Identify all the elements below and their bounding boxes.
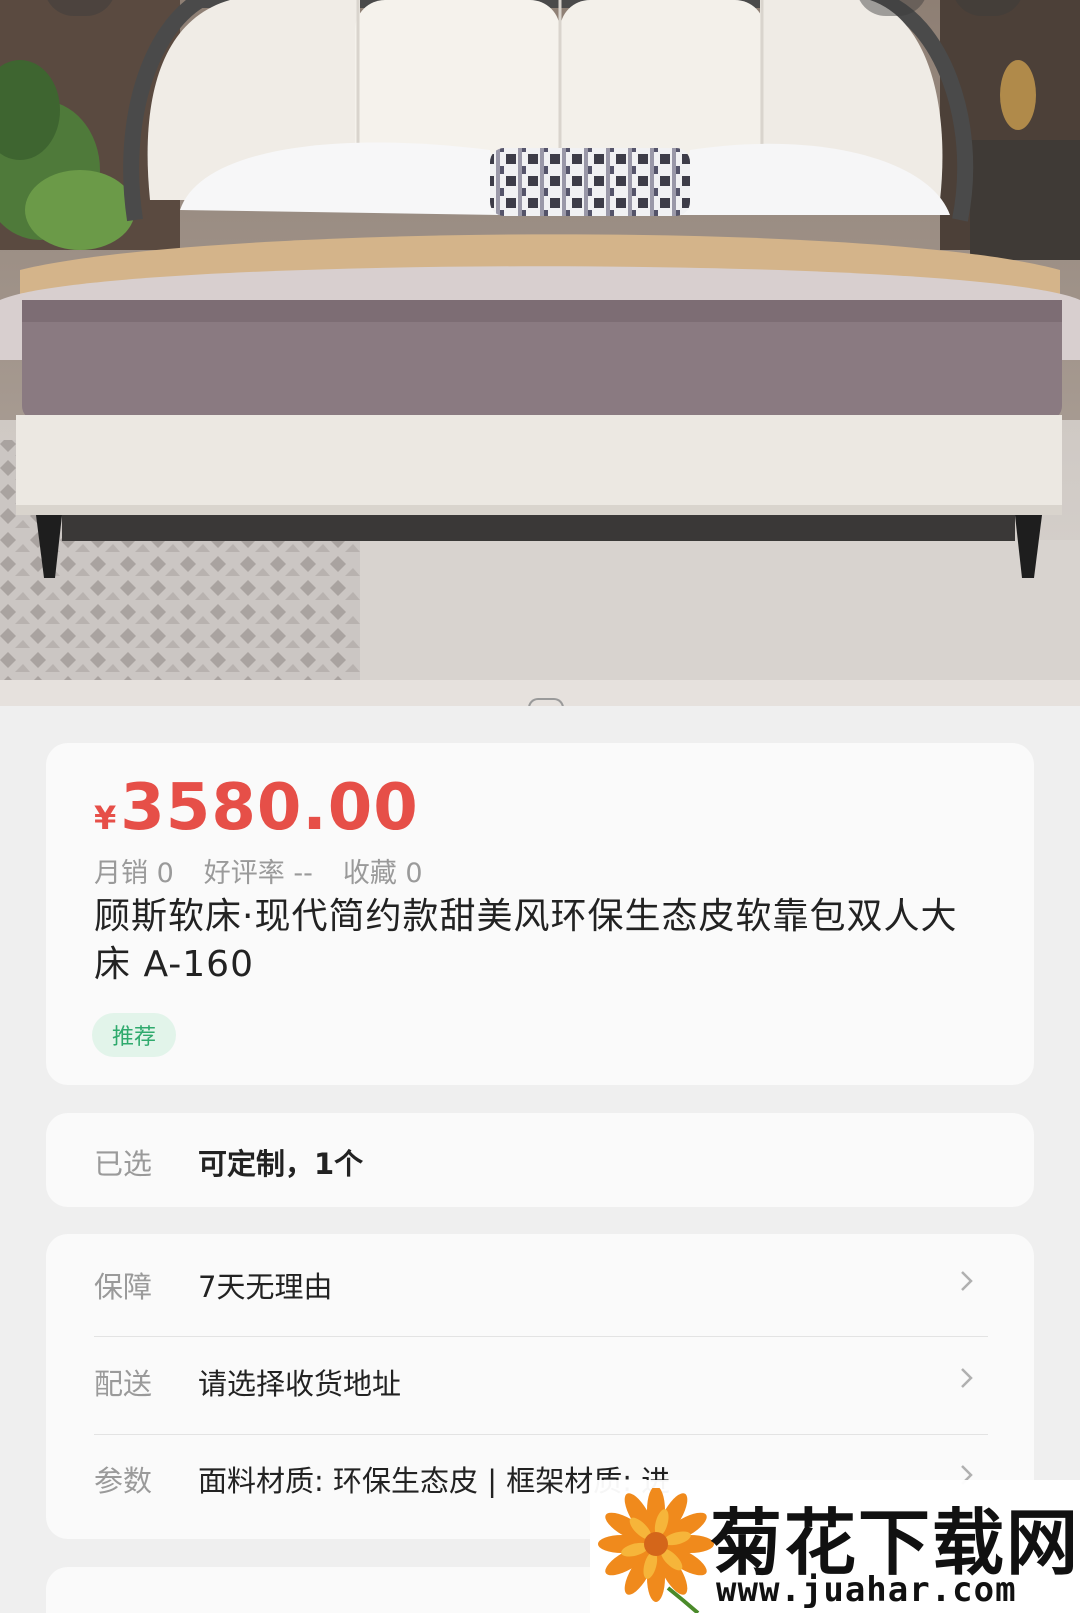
delivery-value: 请选择收货地址 — [198, 1367, 402, 1401]
parameters-label: 参数 — [94, 1464, 153, 1498]
guarantee-row[interactable]: 保障 7天无理由 — [46, 1234, 1034, 1330]
bed-illustration — [0, 0, 1080, 706]
delivery-label: 配送 — [94, 1367, 153, 1401]
carousel-indicator — [528, 698, 564, 706]
product-stats: 月销 0 好评率 -- 收藏 0 — [94, 851, 423, 890]
price: ¥ 3580.00 — [94, 771, 419, 845]
chevron-right-icon — [961, 1271, 973, 1291]
product-title: 顾斯软床·现代简约款甜美风环保生态皮软靠包双人大床 A-160 — [94, 896, 958, 985]
chevron-right-icon — [961, 1368, 973, 1388]
watermark: 菊花下载网 www.juahar.com — [590, 1480, 1080, 1613]
guarantee-value: 7天无理由 — [198, 1270, 333, 1304]
favorites-count: 收藏 0 — [342, 858, 423, 889]
selected-value: 可定制，1个 — [198, 1147, 364, 1181]
recommend-badge: 推荐 — [92, 1013, 177, 1057]
price-value: 3580.00 — [120, 771, 419, 845]
product-image[interactable] — [0, 0, 1080, 706]
rating: 好评率 -- — [203, 858, 313, 889]
watermark-url: www.juahar.com — [716, 1570, 1017, 1610]
monthly-sales: 月销 0 — [94, 858, 174, 889]
selected-label: 已选 — [94, 1147, 153, 1181]
currency-symbol: ¥ — [94, 799, 117, 837]
product-info-card: ¥ 3580.00 月销 0 好评率 -- 收藏 0 顾斯软床·现代简约款甜美风… — [46, 743, 1034, 1085]
guarantee-label: 保障 — [94, 1270, 153, 1304]
selected-options-row[interactable]: 已选 可定制，1个 — [46, 1113, 1034, 1207]
delivery-row[interactable]: 配送 请选择收货地址 — [46, 1331, 1034, 1427]
flower-logo-icon — [598, 1488, 714, 1613]
